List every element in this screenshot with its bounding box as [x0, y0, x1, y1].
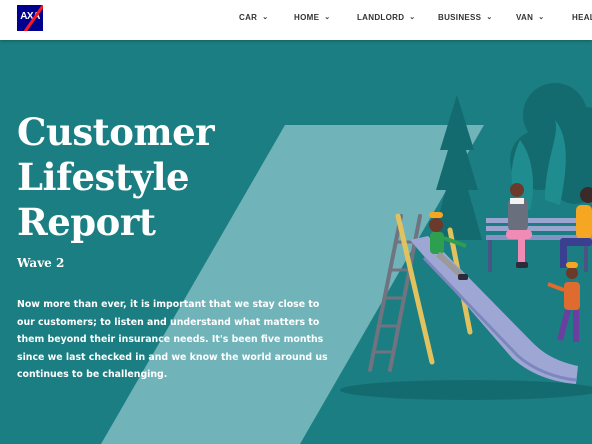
nav-item-label: VAN: [516, 13, 534, 22]
chevron-down-icon: ⌄: [324, 14, 331, 21]
nav-item-car[interactable]: CAR ⌄: [239, 13, 268, 22]
nav-item-health[interactable]: HEALTH: [572, 13, 592, 22]
axa-logo[interactable]: AXA: [17, 5, 43, 31]
nav-item-label: HOME: [294, 13, 320, 22]
nav-item-label: HEALTH: [572, 13, 592, 22]
chevron-down-icon: ⌄: [486, 14, 493, 21]
nav-item-label: LANDLORD: [357, 13, 405, 22]
nav-item-label: BUSINESS: [438, 13, 482, 22]
nav-item-business[interactable]: BUSINESS ⌄: [438, 13, 492, 22]
slide: [410, 236, 578, 384]
title-line-3: Report: [17, 200, 156, 244]
title-line-1: Customer: [17, 110, 215, 154]
title-line-2: Lifestyle: [17, 155, 190, 199]
chevron-down-icon: ⌄: [262, 14, 269, 21]
nav-item-landlord[interactable]: LANDLORD ⌄: [357, 13, 415, 22]
page-title: Customer Lifestyle Report: [17, 110, 215, 245]
nav-item-van[interactable]: VAN ⌄: [516, 13, 544, 22]
chevron-down-icon: ⌄: [538, 14, 545, 21]
child-standing-figure: [547, 262, 580, 342]
top-navigation-bar: AXA CAR ⌄ HOME ⌄ LANDLORD ⌄ BUSINESS ⌄ VAN ⌄ …: [0, 0, 592, 40]
chevron-down-icon: ⌄: [409, 14, 416, 21]
nav-item-home[interactable]: HOME ⌄: [294, 13, 330, 22]
intro-paragraph: Now more than ever, it is important that…: [17, 299, 328, 380]
report-wave-subtitle: Wave 2: [17, 256, 65, 270]
nav-item-label: CAR: [239, 13, 258, 22]
